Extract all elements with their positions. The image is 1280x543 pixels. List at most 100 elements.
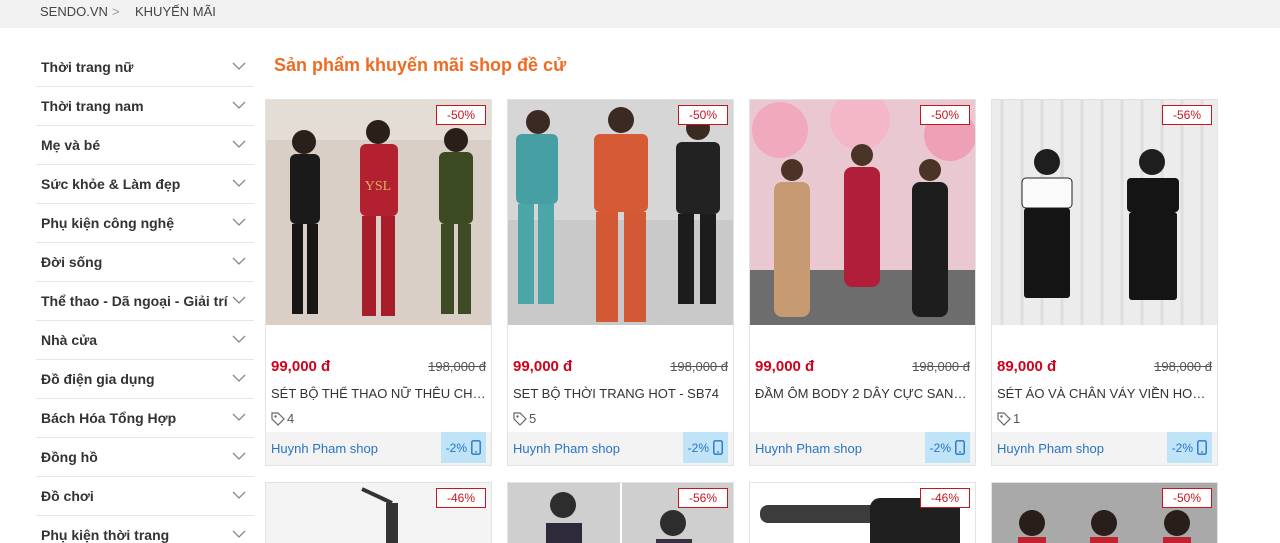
sidebar-item-label: Phụ kiện thời trang <box>41 527 170 543</box>
sidebar-item-label: Nhà cửa <box>41 332 98 348</box>
chevron-down-icon <box>232 530 246 538</box>
sidebar-item-label: Mẹ và bé <box>41 137 101 153</box>
shop-row: Huynh Pham shop -2% <box>992 432 1217 465</box>
product-card[interactable]: -56% <box>507 482 734 543</box>
sidebar-item-watches[interactable]: Đồng hồ <box>36 438 254 477</box>
sidebar-item-mens-fashion[interactable]: Thời trang nam <box>36 87 254 126</box>
tag-icon <box>513 411 527 426</box>
chevron-down-icon <box>232 452 246 460</box>
shop-name-link[interactable]: Huynh Pham shop <box>755 441 862 456</box>
phone-icon <box>955 440 965 455</box>
chevron-down-icon <box>232 296 246 304</box>
chevron-down-icon <box>232 257 246 265</box>
product-image[interactable]: YSL <box>266 100 491 325</box>
mobile-discount-value: -2% <box>687 440 709 455</box>
sidebar-item-tech-accessories[interactable]: Phụ kiện công nghệ <box>36 204 254 243</box>
sidebar-item-label: Phụ kiện công nghệ <box>41 215 175 231</box>
mobile-discount-value: -2% <box>1171 440 1193 455</box>
product-price: 99,000 đ <box>513 358 573 375</box>
sidebar-item-toys[interactable]: Đồ chơi <box>36 477 254 516</box>
shop-name-link[interactable]: Huynh Pham shop <box>271 441 378 456</box>
sidebar-item-appliances[interactable]: Đồ điện gia dụng <box>36 360 254 399</box>
product-old-price: 198,000 đ <box>428 359 486 374</box>
product-price: 99,000 đ <box>271 358 331 375</box>
product-card[interactable]: -56% 89,000 đ 198,000 đ SÉT ÁO VÀ CHÂN V… <box>991 99 1218 466</box>
phone-icon <box>713 440 723 455</box>
tag-count-value: 1 <box>1013 411 1021 426</box>
chevron-down-icon <box>232 218 246 226</box>
product-old-price: 198,000 đ <box>670 359 728 374</box>
breadcrumb-separator: > <box>112 4 120 19</box>
chevron-down-icon <box>232 62 246 70</box>
breadcrumb: SENDO.VN > KHUYẾN MÃI <box>0 0 1280 28</box>
svg-text:YSL: YSL <box>365 179 391 194</box>
chevron-down-icon <box>232 179 246 187</box>
shop-row: Huynh Pham shop -2% <box>750 432 975 465</box>
discount-badge: -50% <box>677 105 728 125</box>
tag-count: 5 <box>513 411 536 426</box>
sidebar-item-label: Đồng hồ <box>41 449 98 465</box>
tag-count: 4 <box>271 411 294 426</box>
sidebar-item-label: Đồ chơi <box>41 488 94 504</box>
product-name[interactable]: SÉT BỘ THỂ THAO NỮ THÊU CHỮ VẢI THUN <box>271 386 486 401</box>
product-old-price: 198,000 đ <box>1154 359 1212 374</box>
mobile-discount-badge: -2% <box>440 432 486 463</box>
mobile-discount-badge: -2% <box>682 432 728 463</box>
phone-icon <box>1197 440 1207 455</box>
sidebar-item-lifestyle[interactable]: Đời sống <box>36 243 254 282</box>
shop-name-link[interactable]: Huynh Pham shop <box>997 441 1104 456</box>
mobile-discount-badge: -2% <box>924 432 970 463</box>
section-title: Sản phẩm khuyến mãi shop đề cử <box>274 55 567 75</box>
sidebar-item-home[interactable]: Nhà cửa <box>36 321 254 360</box>
sidebar-item-womens-fashion[interactable]: Thời trang nữ <box>36 48 254 87</box>
discount-badge: -50% <box>919 105 970 125</box>
breadcrumb-current: KHUYẾN MÃI <box>135 4 216 19</box>
shop-name-link[interactable]: Huynh Pham shop <box>513 441 620 456</box>
chevron-down-icon <box>232 491 246 499</box>
product-card[interactable]: -46% <box>749 482 976 543</box>
product-card[interactable]: -50% 99,000 đ 198,000 đ SET BỘ THỜI TRAN… <box>507 99 734 466</box>
sidebar-item-fashion-accessories[interactable]: Phụ kiện thời trang <box>36 516 254 543</box>
product-card[interactable]: -50% <box>991 482 1218 543</box>
sidebar-item-health-beauty[interactable]: Sức khỏe & Làm đẹp <box>36 165 254 204</box>
product-card[interactable]: -46% <box>265 482 492 543</box>
mobile-discount-value: -2% <box>929 440 951 455</box>
chevron-down-icon <box>232 140 246 148</box>
breadcrumb-home-link[interactable]: SENDO.VN <box>40 4 108 19</box>
product-price: 99,000 đ <box>755 358 815 375</box>
shop-row: Huynh Pham shop -2% <box>266 432 491 465</box>
sidebar-item-label: Đời sống <box>41 254 103 270</box>
product-card[interactable]: YSL -50% 99,000 đ 198,000 đ SÉT BỘ THỂ T… <box>265 99 492 466</box>
sidebar-item-sports-outdoor[interactable]: Thể thao - Dã ngoại - Giải trí <box>36 282 254 321</box>
product-image[interactable] <box>992 100 1217 325</box>
chevron-down-icon <box>232 101 246 109</box>
mobile-discount-value: -2% <box>445 440 467 455</box>
sidebar-item-grocery[interactable]: Bách Hóa Tổng Hợp <box>36 399 254 438</box>
product-name[interactable]: SET BỘ THỜI TRANG HOT - SB74 <box>513 386 728 401</box>
category-sidebar: Thời trang nữ Thời trang nam Mẹ và bé Sứ… <box>36 48 254 543</box>
sidebar-item-label: Bách Hóa Tổng Hợp <box>41 410 177 426</box>
product-card[interactable]: -50% 99,000 đ 198,000 đ ĐẦM ÔM BODY 2 DÂ… <box>749 99 976 466</box>
mobile-discount-badge: -2% <box>1166 432 1212 463</box>
sidebar-item-label: Thời trang nam <box>41 98 144 114</box>
chevron-down-icon <box>232 335 246 343</box>
tag-count-value: 4 <box>287 411 295 426</box>
chevron-down-icon <box>232 413 246 421</box>
discount-badge: -46% <box>435 488 486 508</box>
sidebar-item-label: Thời trang nữ <box>41 59 134 75</box>
product-name[interactable]: SÉT ÁO VÀ CHÂN VÁY VIỀN HOT-DẠO PHỐ <box>997 386 1212 401</box>
tag-icon <box>271 411 285 426</box>
shop-row: Huynh Pham shop -2% <box>508 432 733 465</box>
product-name[interactable]: ĐẦM ÔM BODY 2 DÂY CỰC SANG-DẠ HỘI <box>755 386 970 401</box>
sidebar-item-mom-baby[interactable]: Mẹ và bé <box>36 126 254 165</box>
discount-badge: -56% <box>1161 105 1212 125</box>
phone-icon <box>471 440 481 455</box>
chevron-down-icon <box>232 374 246 382</box>
product-image[interactable] <box>750 100 975 325</box>
discount-badge: -46% <box>919 488 970 508</box>
sidebar-item-label: Sức khỏe & Làm đẹp <box>41 176 181 192</box>
product-image[interactable] <box>508 100 733 325</box>
product-price: 89,000 đ <box>997 358 1057 375</box>
tag-count: 1 <box>997 411 1020 426</box>
sidebar-item-label: Đồ điện gia dụng <box>41 371 155 387</box>
